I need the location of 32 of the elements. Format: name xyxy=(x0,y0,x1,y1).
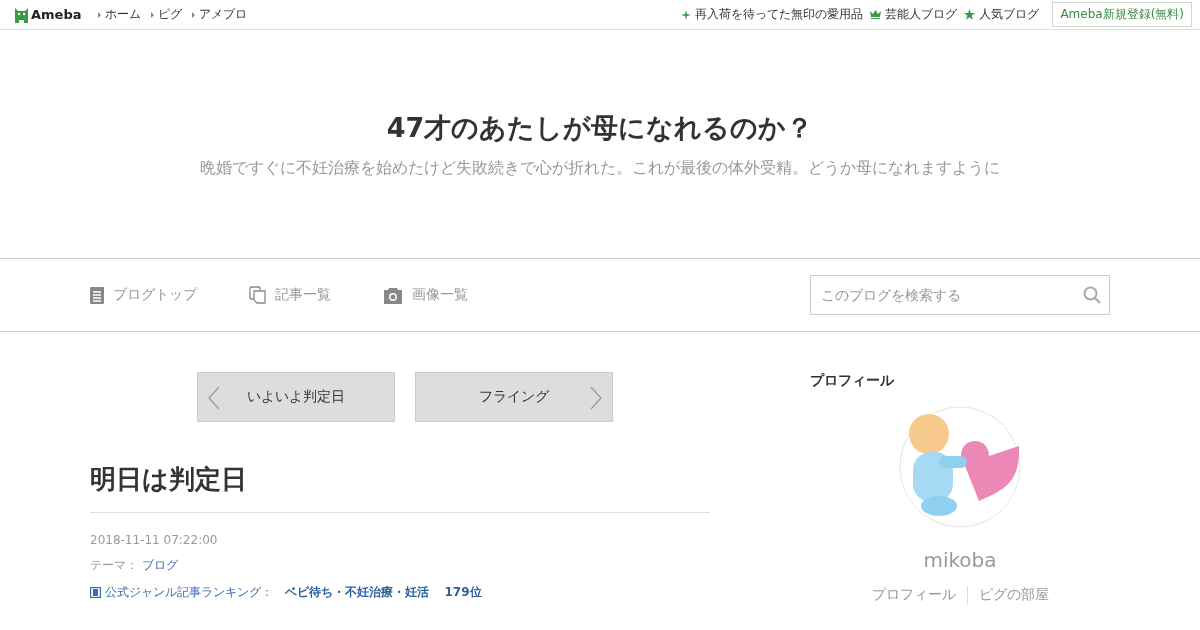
blog-title: 47才のあたしが母になれるのか？ xyxy=(386,111,814,145)
chevron-left-icon xyxy=(208,386,220,410)
next-post-button[interactable]: フライング xyxy=(415,372,613,422)
article-title: 明日は判定日 xyxy=(90,463,247,496)
copy-icon xyxy=(249,286,266,304)
chevron-right-icon xyxy=(590,386,602,410)
star-icon xyxy=(964,9,976,20)
rank-link[interactable]: 179位 xyxy=(444,584,482,601)
sparkle-icon xyxy=(681,9,692,20)
ranking-icon xyxy=(90,587,101,598)
crown-icon xyxy=(870,10,882,19)
previous-post-button[interactable]: いよいよ判定日 xyxy=(197,372,395,422)
search-icon[interactable] xyxy=(1083,286,1101,304)
camera-icon xyxy=(383,286,403,304)
promo-link[interactable]: 再入荷を待ってた無印の愛用品 xyxy=(681,6,864,23)
search-field[interactable]: このブログを検索する xyxy=(810,275,1110,315)
header-link[interactable]: アメブロ xyxy=(191,6,247,23)
promo-link[interactable]: 芸能人ブログ xyxy=(870,6,958,23)
profile-heading: プロフィール xyxy=(810,372,894,390)
post-date: 2018-11-11 07:22:00 xyxy=(90,533,218,547)
blog-description: 晩婚ですぐに不妊治療を始めたけど失敗続きで心が折れた。これが最後の体外受精。どうか母になれますように xyxy=(200,158,1000,179)
ameba-logo[interactable]: Ameba xyxy=(14,5,82,24)
avatar[interactable] xyxy=(899,406,1021,528)
header-link[interactable]: ホーム xyxy=(97,6,141,23)
theme-label: テーマ： xyxy=(90,557,138,574)
document-icon xyxy=(90,286,104,304)
signup-button[interactable]: Ameba新規登録(無料) xyxy=(1052,2,1192,27)
theme-link[interactable]: ブログ xyxy=(142,557,178,574)
promo-link[interactable]: 人気ブログ xyxy=(964,6,1040,23)
ranking-link[interactable]: 公式ジャンル記事ランキング： xyxy=(105,584,273,601)
genre-link[interactable]: ベビ待ち・不妊治療・妊活 xyxy=(284,584,429,601)
header-link[interactable]: ピグ xyxy=(150,6,182,23)
